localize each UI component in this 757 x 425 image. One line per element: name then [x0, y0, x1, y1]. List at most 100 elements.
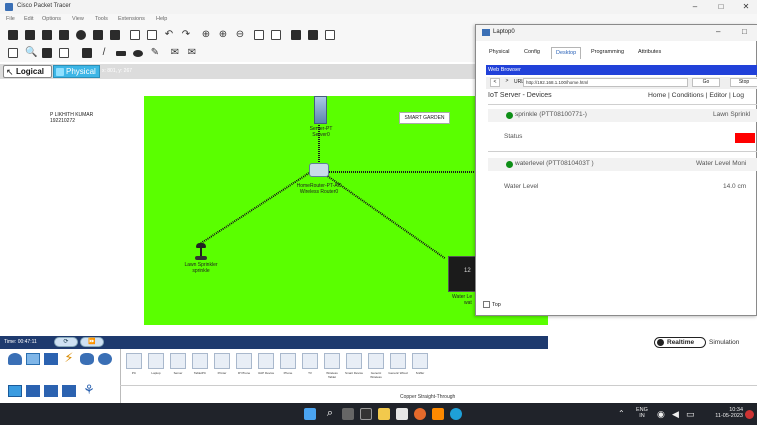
misc-category-icon[interactable]: [80, 353, 94, 365]
minimize-button[interactable]: –: [684, 0, 706, 14]
printer-device[interactable]: [214, 353, 230, 369]
page-nav-links[interactable]: Home | Conditions | Editor | Log: [648, 92, 744, 99]
author-note[interactable]: P LIKHITH KUMAR 192210272: [50, 112, 93, 124]
simulation-mode-button[interactable]: Simulation: [709, 339, 739, 346]
device-row-sprinkle[interactable]: sprinkle (PTT08100771-) Lawn Sprinkl: [488, 109, 757, 122]
print-icon[interactable]: [59, 30, 69, 40]
industrial-category-icon[interactable]: [62, 385, 76, 397]
iot-category-icon[interactable]: [8, 385, 22, 397]
language-indicator[interactable]: ENG IN: [636, 407, 648, 419]
generic-wired-device[interactable]: [390, 353, 406, 369]
clock[interactable]: 10:34 11-05-2023: [705, 407, 743, 419]
tab-desktop[interactable]: Desktop: [551, 47, 582, 59]
resize-icon[interactable]: [59, 48, 69, 58]
open-folder-icon[interactable]: [25, 30, 35, 40]
tab-logical[interactable]: ↖ Logical: [3, 65, 52, 78]
paste-icon[interactable]: [147, 30, 157, 40]
copy-icon[interactable]: [130, 30, 140, 40]
freeform-icon[interactable]: ✎: [150, 48, 160, 58]
smart-home-category-icon[interactable]: [26, 385, 40, 397]
go-button[interactable]: Go: [692, 78, 720, 87]
top-checkbox[interactable]: [483, 301, 490, 308]
ellipse-icon[interactable]: [133, 50, 143, 57]
rectangle-icon[interactable]: [116, 51, 126, 56]
delete-icon[interactable]: [42, 48, 52, 58]
laptop-device[interactable]: [148, 353, 164, 369]
lawn-sprinkler-device[interactable]: [195, 243, 207, 261]
battery-icon[interactable]: ▭: [686, 409, 695, 419]
tab-programming[interactable]: Programming: [587, 47, 628, 59]
smart-city-category-icon[interactable]: [44, 385, 58, 397]
redo-icon[interactable]: ↷: [181, 30, 191, 40]
activity-wizard-icon[interactable]: [110, 30, 120, 40]
zoom-in-icon[interactable]: ⊕: [201, 30, 211, 40]
tray-expand-icon[interactable]: ⌃: [618, 409, 625, 418]
multiuser-category-icon[interactable]: [98, 353, 112, 365]
notification-icon[interactable]: [745, 410, 754, 419]
menu-file[interactable]: File: [6, 16, 15, 22]
start-icon[interactable]: [304, 408, 316, 420]
tv-device[interactable]: [302, 353, 318, 369]
close-button[interactable]: ✕: [735, 0, 757, 14]
inspect-icon[interactable]: 🔍: [25, 48, 37, 58]
info-icon[interactable]: [76, 30, 86, 40]
wifi-icon[interactable]: ◉: [657, 409, 665, 419]
tab-physical[interactable]: Physical: [53, 65, 100, 78]
menu-extensions[interactable]: Extensions: [118, 16, 145, 22]
network-info-icon[interactable]: [93, 30, 103, 40]
select-icon[interactable]: [8, 48, 18, 58]
menu-options[interactable]: Options: [42, 16, 61, 22]
power-grid-category-icon[interactable]: ⚘: [82, 383, 96, 397]
zoom-out-icon[interactable]: ⊖: [235, 30, 245, 40]
new-file-icon[interactable]: [8, 30, 18, 40]
widgets-icon[interactable]: [360, 408, 372, 420]
water-level-device[interactable]: [448, 256, 478, 292]
tablet-device[interactable]: [192, 353, 208, 369]
end-devices-category-icon[interactable]: [26, 353, 40, 365]
packet-tracer-taskbar-icon[interactable]: [450, 408, 462, 420]
phone-device[interactable]: [280, 353, 296, 369]
dialog-minimize-button[interactable]: –: [716, 27, 720, 36]
fast-forward-button[interactable]: ⏩: [80, 337, 104, 347]
tab-attributes[interactable]: Attributes: [634, 47, 665, 59]
connections-category-icon[interactable]: ⚡: [62, 351, 76, 365]
dialog-maximize-button[interactable]: □: [742, 27, 747, 36]
server-device[interactable]: [314, 96, 327, 124]
viewport-icon[interactable]: [325, 30, 335, 40]
forward-button[interactable]: >: [502, 78, 512, 87]
search-icon[interactable]: ⌕: [324, 408, 336, 420]
store-icon[interactable]: [396, 408, 408, 420]
menu-view[interactable]: View: [72, 16, 84, 22]
back-button[interactable]: <: [490, 78, 500, 87]
network-devices-category-icon[interactable]: [8, 353, 22, 365]
device-row-waterlevel[interactable]: waterlevel (PTT0810403T ) Water Level Mo…: [488, 158, 757, 171]
brave-icon[interactable]: [432, 408, 444, 420]
menu-help[interactable]: Help: [156, 16, 167, 22]
components-category-icon[interactable]: [44, 353, 58, 365]
stack-icon[interactable]: [308, 30, 318, 40]
save-icon[interactable]: [42, 30, 52, 40]
server-palette-device[interactable]: [170, 353, 186, 369]
task-view-icon[interactable]: [342, 408, 354, 420]
wireless-tablet-device[interactable]: [324, 353, 340, 369]
complex-pdu-icon[interactable]: ✉: [187, 48, 197, 58]
note-icon[interactable]: [82, 48, 92, 58]
smart-device[interactable]: [346, 353, 362, 369]
power-cycle-button[interactable]: ⟳: [54, 337, 78, 347]
stop-button[interactable]: Stop: [730, 78, 757, 87]
ip-phone-device[interactable]: [236, 353, 252, 369]
file-explorer-icon[interactable]: [378, 408, 390, 420]
pc-device[interactable]: [126, 353, 142, 369]
tab-config[interactable]: Config: [520, 47, 544, 59]
cluster-icon[interactable]: [291, 30, 301, 40]
palette-icon[interactable]: [254, 30, 264, 40]
menu-edit[interactable]: Edit: [24, 16, 33, 22]
url-input[interactable]: http://192.168.1.100/home.html: [523, 78, 688, 87]
voip-device[interactable]: [258, 353, 274, 369]
simple-pdu-icon[interactable]: ✉: [170, 48, 180, 58]
volume-icon[interactable]: ◀: [672, 409, 679, 419]
wireless-router-device[interactable]: [309, 163, 329, 177]
line-icon[interactable]: /: [99, 48, 109, 58]
undo-icon[interactable]: ↶: [164, 30, 174, 40]
realtime-mode-button[interactable]: Realtime: [654, 337, 706, 348]
